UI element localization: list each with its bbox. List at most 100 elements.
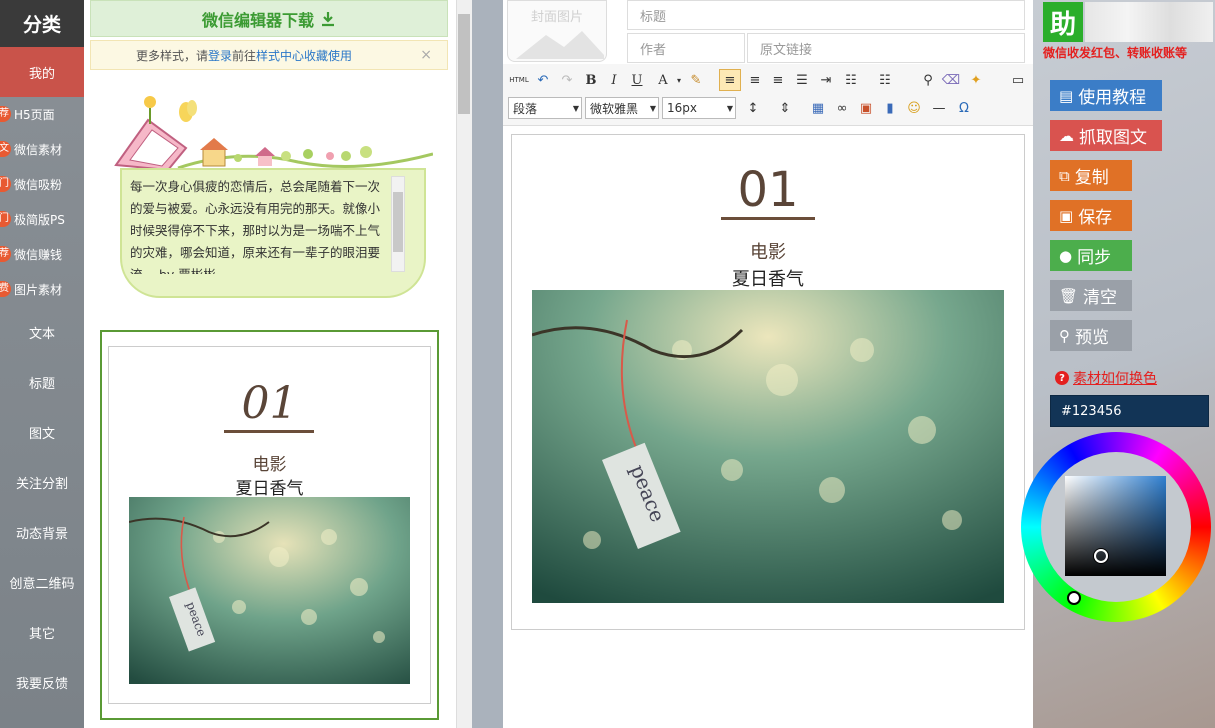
sidebar-item-label: 极简版PS — [14, 213, 65, 227]
question-icon: ? — [1055, 371, 1069, 385]
hue-picker-handle[interactable] — [1067, 591, 1081, 605]
assistant-logo[interactable]: 助 — [1043, 2, 1083, 42]
clear-label: 清空 — [1083, 288, 1118, 308]
close-icon[interactable]: × — [420, 47, 432, 63]
preview-button[interactable]: ⚲ 预览 — [1050, 320, 1132, 351]
article-photo[interactable]: peace — [532, 290, 1004, 603]
html-source-button[interactable]: HTML — [507, 70, 531, 90]
copy-icon: ⧉ — [1059, 166, 1070, 185]
chevron-down-icon: ▼ — [572, 104, 579, 113]
preview-label: 预览 — [1075, 328, 1109, 348]
sidebar-item-wechat-fans[interactable]: 门微信吸粉 — [0, 167, 84, 202]
font-size-select[interactable]: 16px ▼ — [662, 97, 736, 119]
sidebar-item-label: 图片素材 — [14, 283, 63, 297]
bold-button[interactable]: B — [581, 70, 601, 90]
hot-badge: 荐 — [0, 246, 11, 262]
category-mine[interactable]: 我的 — [0, 47, 84, 97]
category-image-text[interactable]: 图文 — [0, 407, 84, 457]
tutorial-button[interactable]: ▤ 使用教程 — [1050, 80, 1162, 111]
sidebar-item-h5[interactable]: 荐 H5页面 — [0, 97, 84, 132]
category-title[interactable]: 标题 — [0, 357, 84, 407]
recolor-help-label: 素材如何换色 — [1073, 371, 1157, 387]
sv-picker-handle[interactable] — [1094, 549, 1108, 563]
clear-button[interactable]: 🗑 清空 — [1050, 280, 1132, 311]
promo-slogan[interactable]: 微信收发红包、转账收账等 — [1043, 44, 1215, 61]
paragraph-select[interactable]: 段落 ▼ — [508, 97, 582, 119]
underline-button[interactable]: U — [627, 70, 647, 90]
sidebar-item-wechat-earn[interactable]: 荐微信赚钱 — [0, 237, 84, 272]
sync-button[interactable]: ● 同步 — [1050, 240, 1132, 271]
article-title-input[interactable]: 标题 — [627, 0, 1025, 30]
recolor-help-link[interactable]: ? 素材如何换色 — [1055, 368, 1157, 388]
font-family-select[interactable]: 微软雅黑 ▼ — [585, 97, 659, 119]
category-dynamic-bg[interactable]: 动态背景 — [0, 507, 84, 557]
sidebar-item-label: 微信素材 — [14, 143, 63, 157]
magic-wand-icon[interactable]: ✦ — [966, 70, 986, 90]
notice-bar: 更多样式，请 登录 前往 样式中心收藏使用 × — [90, 40, 448, 70]
hot-badge: 荐 — [0, 106, 11, 122]
emoji-icon[interactable]: ☺ — [904, 98, 924, 118]
table-icon[interactable]: ▦ — [808, 98, 828, 118]
horizontal-rule-icon[interactable]: — — [929, 98, 949, 118]
category-feedback[interactable]: 我要反馈 — [0, 657, 84, 707]
numbered-list-icon[interactable]: ☷ — [875, 70, 895, 90]
notice-text-mid: 前往 — [232, 48, 257, 63]
align-left-icon[interactable]: ≡ — [719, 69, 741, 91]
fetch-article-label: 抓取图文 — [1079, 128, 1147, 148]
save-button[interactable]: ▣ 保存 — [1050, 200, 1132, 231]
wechat-icon: ● — [1059, 246, 1073, 265]
category-qrcode[interactable]: 创意二维码 — [0, 557, 84, 607]
paragraph-spacing-icon[interactable]: ⇕ — [775, 98, 795, 118]
sidebar-item-image-material[interactable]: 费图片素材 — [0, 272, 84, 307]
undo-icon[interactable]: ↶ — [533, 70, 553, 90]
highlight-icon[interactable]: ✎ — [686, 70, 706, 90]
align-justify-icon[interactable]: ☰ — [792, 70, 812, 90]
category-text[interactable]: 文本 — [0, 307, 84, 357]
sidebar-item-wechat-material[interactable]: 文微信素材 — [0, 132, 84, 167]
download-editor-button[interactable]: 微信编辑器下载 — [90, 0, 448, 37]
category-other[interactable]: 其它 — [0, 607, 84, 657]
align-center-icon[interactable]: ≡ — [745, 70, 765, 90]
quote-scroll-thumb[interactable] — [393, 192, 403, 252]
download-label: 微信编辑器下载 — [201, 10, 314, 30]
image-icon[interactable]: ▣ — [856, 98, 876, 118]
link-icon[interactable]: ∞ — [832, 98, 852, 118]
cover-image-label: 封面图片 — [530, 10, 583, 25]
template-subtitle: 电影 — [252, 455, 287, 475]
hot-badge: 文 — [0, 141, 11, 157]
redo-icon[interactable]: ↷ — [557, 70, 577, 90]
monitor-icon[interactable]: ▭ — [1008, 70, 1028, 90]
italic-button[interactable]: I — [604, 70, 624, 90]
sync-label: 同步 — [1077, 248, 1112, 268]
fetch-article-button[interactable]: ☁ 抓取图文 — [1050, 120, 1162, 151]
category-follow-divider[interactable]: 关注分割 — [0, 457, 84, 507]
source-link-input[interactable]: 原文链接 — [747, 33, 1025, 63]
login-link[interactable]: 登录 — [208, 47, 232, 64]
copy-button[interactable]: ⧉ 复制 — [1050, 160, 1132, 191]
special-chars-button[interactable]: Ω — [954, 98, 974, 118]
template-underline — [224, 430, 314, 433]
font-family-value: 微软雅黑 — [590, 101, 639, 116]
bullet-list-icon[interactable]: ☷ — [841, 70, 861, 90]
line-spacing-icon[interactable]: ↕ — [743, 98, 763, 118]
template-list-scroll-thumb[interactable] — [458, 14, 470, 114]
trash-icon: 🗑 — [1059, 286, 1079, 305]
video-icon[interactable]: ▮ — [880, 98, 900, 118]
sidebar-item-mini-ps[interactable]: 门极简版PS — [0, 202, 84, 237]
color-hex-input[interactable]: #123456 — [1050, 395, 1209, 427]
hot-badge: 门 — [0, 211, 11, 227]
hot-badge: 门 — [0, 176, 11, 192]
sidebar-item-label: H5页面 — [14, 108, 55, 122]
indent-icon[interactable]: ⇥ — [816, 70, 836, 90]
find-icon[interactable]: ⚲ — [918, 70, 938, 90]
eraser-icon[interactable]: ⌫ — [941, 70, 961, 90]
font-size-value: 16px — [667, 101, 697, 115]
category-header: 分类 — [0, 0, 84, 47]
save-label: 保存 — [1078, 208, 1113, 228]
align-right-icon[interactable]: ≡ — [768, 70, 788, 90]
copy-label: 复制 — [1074, 168, 1109, 188]
paragraph-select-value: 段落 — [513, 101, 538, 116]
author-input[interactable]: 作者 — [627, 33, 745, 63]
saturation-value-square[interactable] — [1065, 476, 1166, 576]
style-center-link[interactable]: 样式中心收藏使用 — [256, 47, 352, 64]
